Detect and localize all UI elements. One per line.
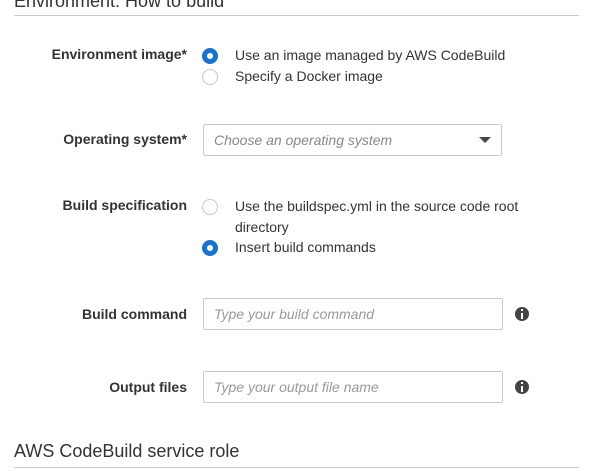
radio-insert-build-commands[interactable]: [202, 240, 218, 256]
build-spec-option-buildspec[interactable]: Use the buildspec.yml in the source code…: [202, 196, 518, 238]
build-command-input[interactable]: [203, 298, 503, 330]
radio-use-buildspec-label-line2: directory: [235, 219, 289, 235]
section-divider: [14, 15, 579, 16]
radio-insert-build-commands-label[interactable]: Insert build commands: [235, 237, 376, 258]
environment-image-label: Environment image*: [51, 46, 187, 62]
output-files-label: Output files: [109, 379, 187, 395]
section-divider: [14, 467, 579, 468]
output-files-input[interactable]: [203, 371, 503, 403]
section-title-environment: Environment: How to build: [14, 0, 225, 11]
section-title-service-role: AWS CodeBuild service role: [14, 441, 240, 461]
operating-system-placeholder: Choose an operating system: [214, 132, 393, 148]
info-icon[interactable]: [515, 380, 529, 394]
radio-use-buildspec-label[interactable]: Use the buildspec.yml in the source code…: [235, 196, 518, 238]
radio-use-buildspec[interactable]: [202, 199, 218, 215]
build-specification-label: Build specification: [62, 197, 187, 213]
radio-use-buildspec-label-line1: Use the buildspec.yml in the source code…: [235, 198, 519, 214]
info-icon[interactable]: [515, 307, 529, 321]
operating-system-label: Operating system*: [63, 131, 187, 147]
chevron-down-icon: [479, 137, 491, 143]
radio-managed-image[interactable]: [202, 48, 218, 64]
radio-managed-image-label[interactable]: Use an image managed by AWS CodeBuild: [235, 45, 505, 66]
build-command-label: Build command: [81, 306, 187, 322]
radio-docker-image-label[interactable]: Specify a Docker image: [235, 66, 383, 87]
environment-image-option-docker[interactable]: Specify a Docker image: [202, 66, 383, 87]
build-spec-option-insert-commands[interactable]: Insert build commands: [202, 237, 376, 258]
operating-system-select[interactable]: Choose an operating system: [203, 124, 502, 156]
radio-docker-image[interactable]: [202, 69, 218, 85]
environment-image-option-managed[interactable]: Use an image managed by AWS CodeBuild: [202, 45, 505, 66]
